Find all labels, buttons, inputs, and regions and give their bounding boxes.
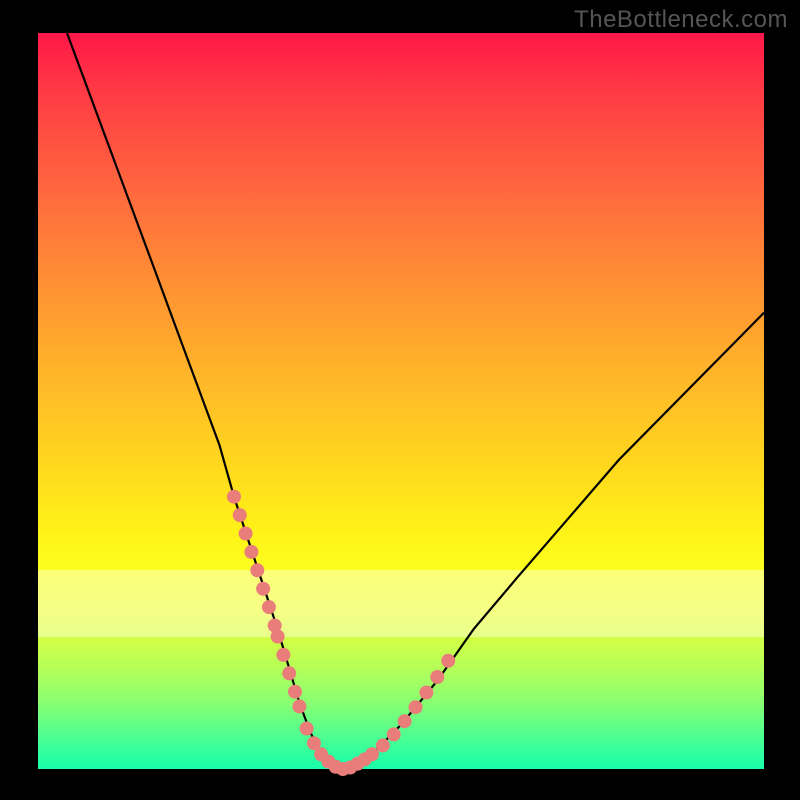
curve-dot bbox=[271, 630, 285, 644]
curve-dot bbox=[262, 600, 276, 614]
dot-overlay bbox=[227, 490, 455, 776]
curve-dot bbox=[292, 699, 306, 713]
curve-dot bbox=[441, 654, 455, 668]
curve-svg bbox=[38, 33, 764, 769]
chart-frame: TheBottleneck.com bbox=[0, 0, 800, 800]
curve-dot bbox=[300, 722, 314, 736]
curve-dot bbox=[288, 685, 302, 699]
curve-dot bbox=[244, 545, 258, 559]
curve-dot bbox=[227, 490, 241, 504]
curve-dot bbox=[376, 738, 390, 752]
curve-dot bbox=[276, 648, 290, 662]
curve-dot bbox=[282, 666, 296, 680]
curve-dot bbox=[365, 747, 379, 761]
curve-dot bbox=[256, 582, 270, 596]
curve-dot bbox=[419, 686, 433, 700]
curve-dot bbox=[239, 527, 253, 541]
curve-dot bbox=[233, 508, 247, 522]
curve-dot bbox=[250, 563, 264, 577]
curve-dot bbox=[387, 727, 401, 741]
curve-dot bbox=[430, 670, 444, 684]
bottleneck-curve bbox=[67, 33, 764, 769]
watermark-text: TheBottleneck.com bbox=[574, 6, 788, 34]
curve-dot bbox=[409, 700, 423, 714]
curve-dot bbox=[398, 714, 412, 728]
